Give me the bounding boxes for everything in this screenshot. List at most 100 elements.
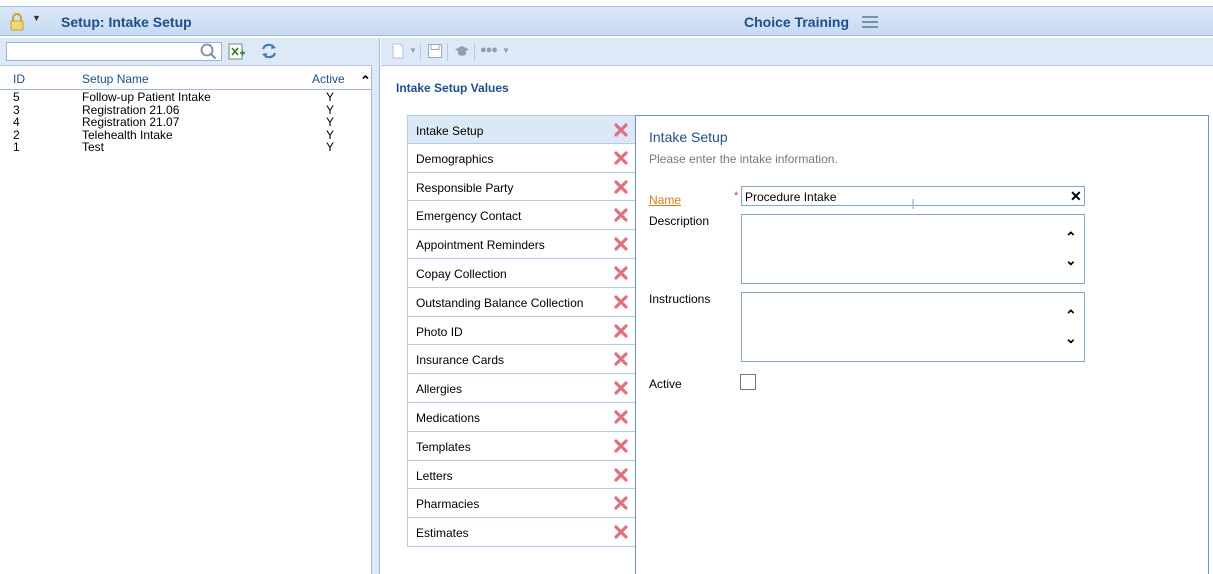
tab-medications[interactable]: Medications [407, 402, 636, 432]
top-bar: ▼ Setup: Intake Setup Choice Training [0, 6, 1213, 36]
row-name: Telehealth Intake [82, 127, 173, 142]
remove-icon[interactable] [614, 266, 628, 280]
section-title: Intake Setup Values [396, 81, 509, 95]
tab-appointment-reminders[interactable]: Appointment Reminders [407, 230, 636, 259]
tab-label: Insurance Cards [416, 353, 505, 368]
lock-icon[interactable] [8, 13, 26, 31]
row-id: 5 [13, 90, 20, 104]
chevron-up-icon[interactable]: ⌃ [1065, 230, 1077, 244]
tab-label: Templates [416, 439, 471, 454]
tab-demographics[interactable]: Demographics [407, 143, 636, 173]
form-title: Intake Setup [649, 129, 728, 145]
tab-emergency-contact[interactable]: Emergency Contact [407, 201, 636, 231]
row-id: 4 [13, 115, 20, 129]
chevron-down-icon[interactable]: ⌄ [1065, 253, 1077, 267]
row-active: Y [326, 140, 335, 154]
list-toolbar [0, 38, 372, 66]
export-excel-icon[interactable] [228, 43, 246, 60]
column-header-setup-name[interactable]: Setup Name [82, 72, 149, 86]
tab-estimates[interactable]: Estimates [407, 518, 636, 547]
table-row[interactable]: 4 Registration 21.07 Y [0, 116, 372, 129]
tab-letters[interactable]: Letters [407, 460, 636, 490]
tab-templates[interactable]: Templates [407, 431, 636, 461]
active-label: Active [649, 377, 682, 391]
tab-label: Pharmacies [416, 497, 480, 512]
remove-icon[interactable] [614, 381, 628, 395]
row-id: 1 [13, 140, 20, 154]
remove-icon[interactable] [614, 151, 628, 165]
more-icon[interactable]: ●●● [480, 44, 498, 56]
hamburger-menu-icon[interactable] [862, 16, 878, 29]
lock-menu-caret-icon[interactable]: ▼ [32, 13, 41, 23]
tab-label: Outstanding Balance Collection [416, 295, 584, 310]
save-icon[interactable] [427, 43, 443, 59]
remove-icon[interactable] [614, 525, 628, 539]
row-active: Y [326, 90, 335, 104]
table-row[interactable]: 3 Registration 21.06 Y [0, 104, 372, 117]
graduation-cap-icon[interactable] [454, 43, 470, 59]
setup-tabs: Intake Setup Demographics Responsible Pa… [407, 115, 636, 547]
tab-label: Estimates [416, 526, 469, 541]
remove-icon[interactable] [614, 208, 628, 222]
remove-icon[interactable] [614, 467, 628, 482]
remove-icon[interactable] [614, 439, 628, 453]
name-label-link[interactable]: Name [649, 193, 681, 207]
table-row[interactable]: 1 Test Y [0, 141, 372, 154]
tab-insurance-cards[interactable]: Insurance Cards [407, 345, 636, 375]
chevron-up-icon[interactable]: ⌃ [1065, 308, 1077, 322]
tab-responsible-party[interactable]: Responsible Party [407, 172, 636, 202]
toolbar-divider [447, 43, 448, 61]
remove-icon[interactable] [614, 123, 628, 137]
description-field[interactable]: ⌃ ⌄ [741, 214, 1085, 284]
search-input[interactable] [6, 42, 222, 61]
detail-toolbar: ▼ ●●● ▼ [381, 38, 1213, 66]
pane-splitter[interactable] [372, 38, 380, 574]
remove-icon[interactable] [614, 323, 628, 338]
remove-icon[interactable] [614, 410, 628, 424]
remove-icon[interactable] [614, 179, 628, 194]
tab-label: Intake Setup [416, 124, 484, 138]
row-id: 3 [13, 102, 20, 117]
tab-label: Letters [416, 468, 453, 483]
setup-list-pane: ID Setup Name Active 5 Follow-up Patient … [0, 38, 372, 574]
instructions-field[interactable]: ⌃ ⌄ [741, 292, 1085, 362]
active-checkbox[interactable] [740, 374, 756, 390]
chevron-down-icon[interactable]: ⌄ [1065, 331, 1077, 345]
table-row[interactable]: 5 Follow-up Patient Intake Y [0, 91, 372, 104]
tab-outstanding-balance-collection[interactable]: Outstanding Balance Collection [407, 287, 636, 317]
row-id: 2 [13, 127, 20, 142]
text-cursor-icon: Ι [911, 196, 916, 213]
search-icon[interactable] [199, 42, 217, 60]
tab-label: Appointment Reminders [416, 238, 545, 253]
tab-photo-id[interactable]: Photo ID [407, 316, 636, 346]
clear-icon[interactable]: ✕ [1070, 188, 1082, 205]
remove-icon[interactable] [614, 295, 628, 309]
row-active: Y [326, 127, 335, 142]
row-name: Test [82, 140, 105, 154]
new-document-icon[interactable] [390, 43, 406, 59]
user-name: Choice Training [744, 14, 850, 30]
tab-allergies[interactable]: Allergies [407, 374, 636, 403]
column-header-id[interactable]: ID [13, 72, 25, 86]
tab-intake-setup[interactable]: Intake Setup [407, 115, 636, 144]
chevron-up-icon[interactable]: ⌃ [360, 73, 371, 89]
tab-pharmacies[interactable]: Pharmacies [407, 489, 636, 519]
tab-label: Copay Collection [416, 266, 507, 281]
remove-icon[interactable] [614, 496, 628, 510]
instructions-label: Instructions [649, 292, 711, 306]
remove-icon[interactable] [614, 352, 628, 366]
new-menu-caret-icon[interactable]: ▼ [409, 46, 417, 55]
required-indicator: * [734, 190, 739, 202]
tab-label: Allergies [416, 382, 463, 397]
tab-copay-collection[interactable]: Copay Collection [407, 258, 636, 288]
remove-icon[interactable] [614, 237, 628, 251]
column-header-active[interactable]: Active [312, 72, 345, 86]
table-row[interactable]: 2 Telehealth Intake Y [0, 129, 372, 142]
tab-label: Medications [416, 410, 481, 425]
more-menu-caret-icon[interactable]: ▼ [502, 46, 510, 55]
description-label: Description [649, 214, 710, 228]
grid-header: ID Setup Name Active [0, 68, 372, 90]
refresh-icon[interactable] [260, 42, 278, 60]
intake-setup-form: Intake Setup Please enter the intake inf… [635, 115, 1209, 574]
row-name: Registration 21.06 [82, 102, 180, 117]
